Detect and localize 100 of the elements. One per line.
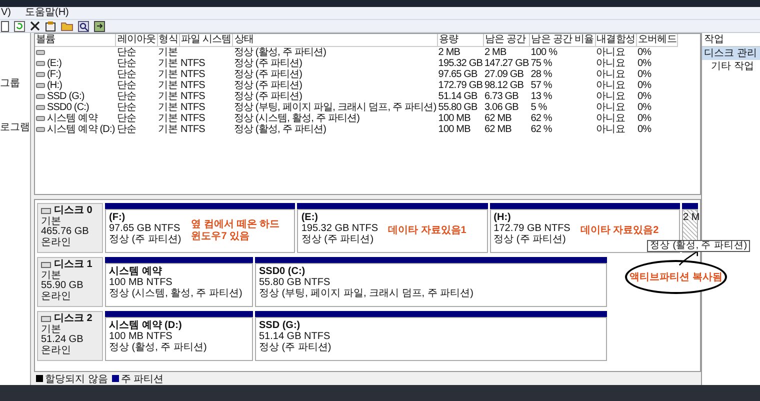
table-cell: 100 MB xyxy=(438,124,470,135)
partition-name: 시스템 예약 (D:) xyxy=(109,320,183,331)
partition-block[interactable]: (E:) 195.32 GB NTFS 정상 (주 파티션) 데이타 자료있음1 xyxy=(297,209,488,253)
document-icon[interactable] xyxy=(1,20,9,32)
table-cell: 51.14 GB xyxy=(438,91,478,102)
table-cell: 아니요 xyxy=(596,69,625,80)
nav-item[interactable]: 그룹 xyxy=(0,78,30,89)
table-cell: 62 MB xyxy=(484,124,512,135)
table-cell: 정상 (부팅, 페이지 파일, 크래시 덤프, 주 파티션) xyxy=(234,102,436,113)
table-cell: 단순 xyxy=(116,102,136,113)
partition-status: 정상 (시스템, 활성, 주 파티션) xyxy=(109,288,242,299)
partition-status: 정상 (주 파티션) xyxy=(301,234,375,245)
table-cell: 기본 xyxy=(158,80,178,91)
table-cell: SSD0 (C:) xyxy=(47,102,89,113)
table-cell: 100 % xyxy=(530,47,558,58)
search-icon[interactable] xyxy=(78,20,89,32)
disk-size: 55.90 GB xyxy=(41,281,84,292)
partition-name: SSD0 (C:) xyxy=(259,266,306,277)
annotation-text: 옆 컴에서 떼온 하드 윈도우7 있음 xyxy=(191,219,280,243)
column-header[interactable]: 파일 시스템 xyxy=(179,34,233,46)
table-cell: 2 MB xyxy=(484,47,506,58)
action-item[interactable]: 기타 작업 xyxy=(702,60,760,73)
disk-type: 기본 xyxy=(41,270,62,281)
table-cell: 기본 xyxy=(158,91,178,102)
partition-block[interactable]: 시스템 예약 100 MB NTFS 정상 (시스템, 활성, 주 파티션) xyxy=(105,263,253,307)
table-cell: 아니요 xyxy=(596,80,625,91)
partition-block[interactable]: 시스템 예약 (D:) 100 MB NTFS 정상 (활성, 주 파티션) xyxy=(105,317,253,361)
partition-size: 55.80 GB NTFS xyxy=(259,277,332,288)
table-cell: 아니요 xyxy=(596,58,625,69)
partition-status: 정상 (활성, 주 파티션) xyxy=(109,342,207,353)
legend-label: 할당되지 않음 xyxy=(45,372,108,386)
table-cell: 195.32 GB xyxy=(438,58,482,69)
partition-name: (F:) xyxy=(109,212,126,223)
table-cell: NTFS xyxy=(180,102,205,113)
table-cell: 0% xyxy=(637,102,652,113)
partition-block[interactable]: SSD (G:) 51.14 GB NTFS 정상 (주 파티션) xyxy=(255,317,607,361)
disk-name: 디스크 0 xyxy=(54,206,92,216)
tooltip: 정상 (활성, 주 파티션) xyxy=(647,240,750,252)
column-header[interactable]: 내결함성 xyxy=(595,34,636,46)
column-header[interactable]: 형식 xyxy=(157,34,180,46)
partition-name: (E:) xyxy=(301,212,319,223)
nav-item[interactable]: 로그램 xyxy=(0,122,30,133)
table-cell: 단순 xyxy=(116,124,136,135)
table-cell: NTFS xyxy=(180,69,205,80)
table-cell: 2 MB xyxy=(438,47,460,58)
menu-item[interactable]: V) xyxy=(1,7,11,19)
column-header[interactable]: 상태 xyxy=(232,34,438,46)
delete-icon[interactable] xyxy=(30,21,40,31)
partition-block[interactable]: SSD0 (C:) 55.80 GB NTFS 정상 (부팅, 페이지 파일, 크래시 덤프, 주 파티션) xyxy=(255,263,607,307)
table-cell: 단순 xyxy=(116,80,136,91)
properties-icon[interactable] xyxy=(45,20,56,32)
table-cell: (F:) xyxy=(47,69,61,80)
table-cell: 28 % xyxy=(530,69,552,80)
disk-size: 51.24 GB xyxy=(41,335,84,346)
column-header[interactable]: 볼륨 xyxy=(35,34,116,46)
table-cell: 62 % xyxy=(530,113,552,124)
disk-name: 디스크 2 xyxy=(54,314,92,324)
table-cell: 단순 xyxy=(116,69,136,80)
disk-name: 디스크 1 xyxy=(54,260,92,270)
table-cell: NTFS xyxy=(180,124,205,135)
table-cell: 172.79 GB xyxy=(438,80,482,91)
table-cell: 기본 xyxy=(158,124,178,135)
partition-size: 195.32 GB NTFS xyxy=(301,223,378,234)
column-header[interactable]: 레이아웃 xyxy=(116,34,158,46)
partition-status: 정상 (주 파티션) xyxy=(109,234,182,245)
table-cell: 단순 xyxy=(116,91,136,102)
table-cell: NTFS xyxy=(180,80,205,91)
table-cell: 0% xyxy=(637,47,652,58)
partition-name: 시스템 예약 xyxy=(109,266,163,277)
action-item[interactable]: 디스크 관리 xyxy=(702,47,760,60)
annotation-text: 데이타 자료있음2 xyxy=(580,225,659,237)
partition-size: 2 M xyxy=(682,212,700,223)
table-cell: 27.09 GB xyxy=(484,69,524,80)
table-cell: 단순 xyxy=(116,58,136,69)
table-cell: NTFS xyxy=(180,113,205,124)
table-cell: 0% xyxy=(637,91,652,102)
partition-size: 172.79 GB NTFS xyxy=(494,223,570,234)
column-header[interactable]: 남은 공간 xyxy=(484,34,530,46)
table-cell: NTFS xyxy=(180,91,205,102)
table-cell: (E:) xyxy=(47,58,62,69)
menu-item[interactable]: 도움말(H) xyxy=(25,7,69,19)
table-cell: 62 MB xyxy=(484,113,512,124)
table-cell: NTFS xyxy=(180,58,205,69)
column-header[interactable]: 용량 xyxy=(437,34,484,46)
table-cell: 정상 (활성, 주 파티션) xyxy=(234,47,326,58)
column-header[interactable]: 오버헤드 xyxy=(636,34,678,46)
table-cell: 기본 xyxy=(158,69,178,80)
export-icon[interactable] xyxy=(94,20,105,32)
table-cell: 55.80 GB xyxy=(438,102,478,113)
table-cell: 기본 xyxy=(158,58,178,69)
partition-size: 97.65 GB NTFS xyxy=(109,223,182,234)
table-cell: 단순 xyxy=(116,47,136,58)
table-cell: 정상 (주 파티션) xyxy=(234,69,302,80)
table-cell: 정상 (주 파티션) xyxy=(234,91,302,102)
refresh-icon[interactable] xyxy=(14,20,25,32)
annotation-text: 데이타 자료있음1 xyxy=(388,225,466,237)
column-header[interactable]: 남은 공간 비율 xyxy=(530,34,596,46)
table-cell: 아니요 xyxy=(596,91,625,102)
table-cell: 0% xyxy=(637,80,652,91)
table-cell: 0% xyxy=(637,69,652,80)
